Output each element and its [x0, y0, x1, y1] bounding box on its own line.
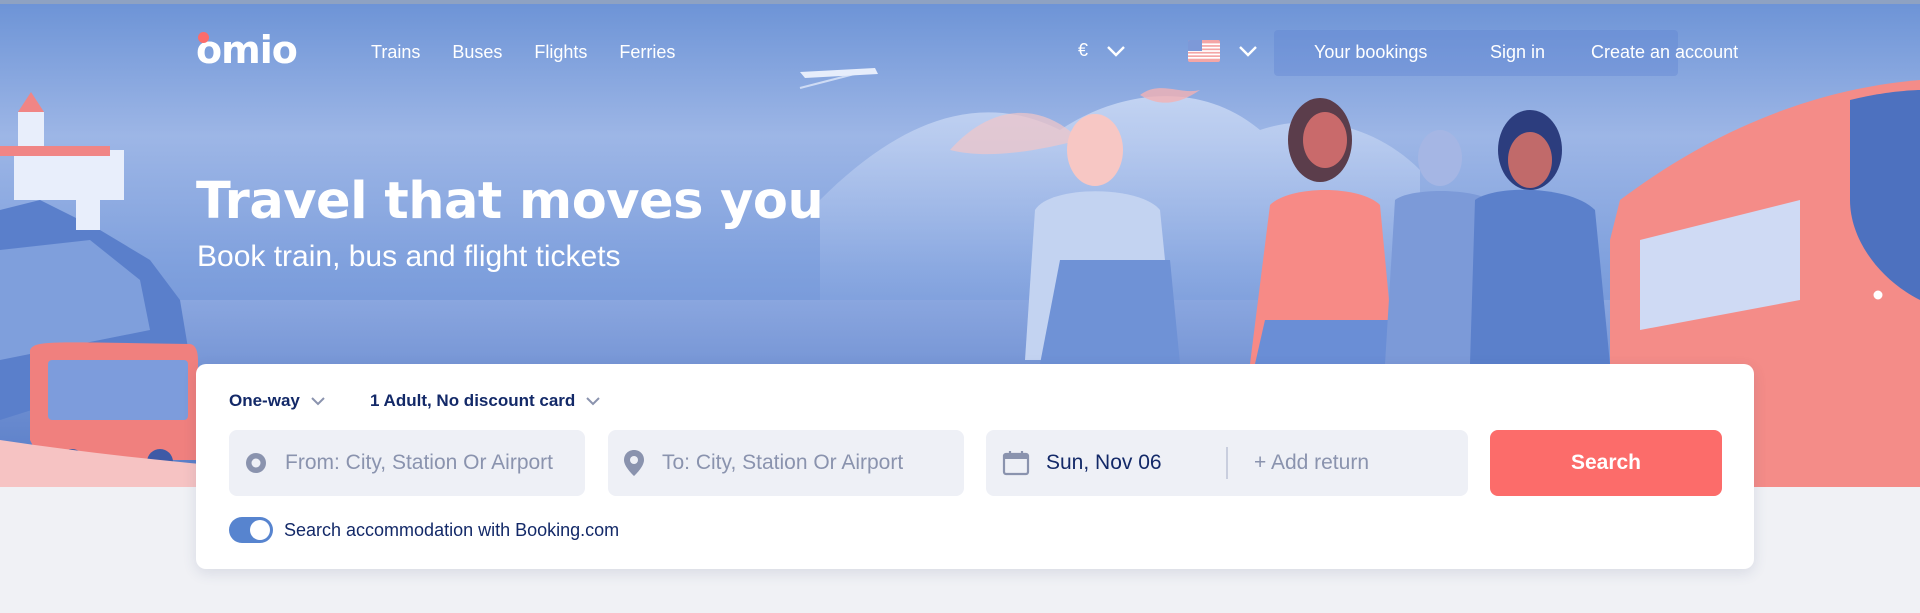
passengers-dropdown[interactable]: 1 Adult, No discount card	[370, 391, 601, 411]
chevron-down-icon	[1107, 45, 1125, 57]
chevron-down-icon	[586, 397, 600, 406]
to-input[interactable]: To: City, Station Or Airport	[662, 451, 903, 475]
accommodation-toggle-row: Search accommodation with Booking.com	[229, 517, 619, 543]
departure-date[interactable]: Sun, Nov 06	[1046, 451, 1162, 475]
create-account-link[interactable]: Create an account	[1591, 42, 1738, 63]
language-selector[interactable]	[1188, 40, 1258, 62]
nav-trains[interactable]: Trains	[371, 42, 420, 63]
accommodation-toggle[interactable]	[229, 517, 273, 543]
search-button[interactable]: Search	[1490, 430, 1722, 496]
origin-circle-icon	[246, 453, 266, 473]
currency-symbol: €	[1078, 40, 1089, 60]
sign-in-link[interactable]: Sign in	[1490, 42, 1545, 63]
add-return-input[interactable]: + Add return	[1254, 451, 1369, 475]
chevron-down-icon	[311, 397, 325, 406]
chevron-down-icon	[1239, 46, 1257, 57]
your-bookings-link[interactable]: Your bookings	[1314, 42, 1427, 63]
to-field[interactable]: To: City, Station Or Airport	[608, 430, 964, 496]
calendar-icon	[1002, 451, 1030, 476]
trip-type-value: One-way	[229, 391, 300, 410]
currency-selector[interactable]: €	[1078, 40, 1126, 61]
logo-accent-dot	[198, 32, 209, 43]
main-nav: Trains Buses Flights Ferries	[371, 42, 675, 63]
trip-type-dropdown[interactable]: One-way	[229, 391, 326, 411]
accommodation-toggle-label: Search accommodation with Booking.com	[284, 519, 620, 540]
nav-ferries[interactable]: Ferries	[619, 42, 675, 63]
passengers-value: 1 Adult, No discount card	[370, 391, 576, 410]
from-field[interactable]: From: City, Station Or Airport	[229, 430, 585, 496]
date-field[interactable]: Sun, Nov 06 + Add return	[986, 430, 1468, 496]
search-card: One-way 1 Adult, No discount card From: …	[196, 364, 1754, 569]
hero-subheadline: Book train, bus and flight tickets	[197, 240, 621, 273]
logo-text: omio	[196, 28, 298, 72]
us-flag-icon	[1188, 40, 1220, 62]
nav-flights[interactable]: Flights	[534, 42, 587, 63]
location-pin-icon	[624, 450, 644, 476]
from-input[interactable]: From: City, Station Or Airport	[285, 451, 570, 475]
omio-logo[interactable]: omio	[196, 28, 298, 72]
hero-headline: Travel that moves you	[196, 172, 824, 231]
nav-buses[interactable]: Buses	[452, 42, 502, 63]
date-divider	[1226, 447, 1228, 479]
